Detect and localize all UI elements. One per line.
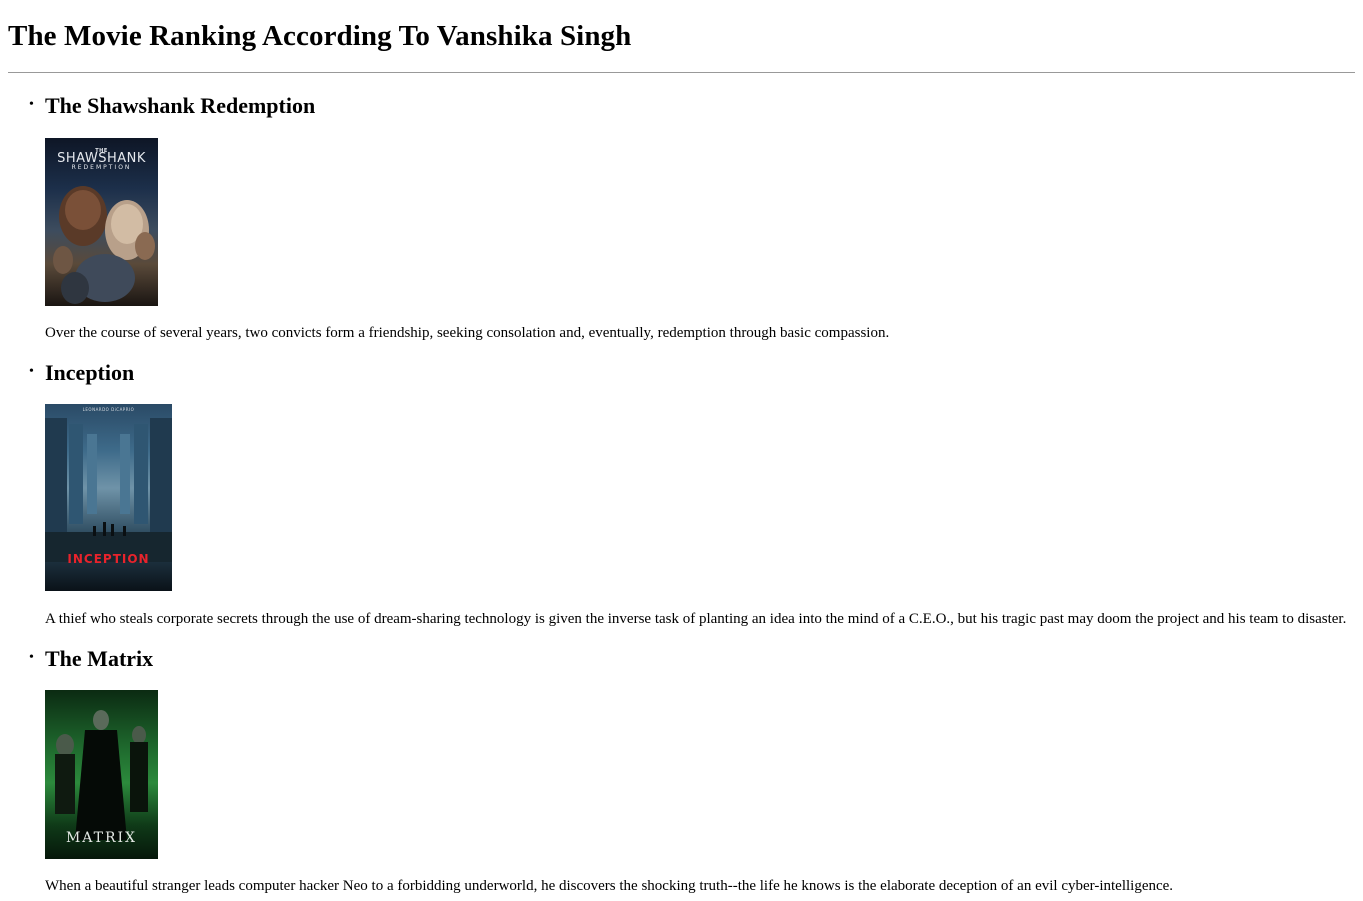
inception-poster-actor: LEONARDO DiCAPRIO bbox=[82, 407, 135, 412]
movie-description: A thief who steals corporate secrets thr… bbox=[45, 611, 1347, 627]
matrix-poster-image: MATRIX bbox=[45, 690, 158, 859]
movie-description: Over the course of several years, two co… bbox=[45, 325, 890, 341]
movie-item-shawshank: • The Shawshank Redemption THE SHAWSHANK… bbox=[29, 73, 1355, 343]
movie-title: The Matrix bbox=[45, 646, 154, 671]
inception-poster-image: LEONARDO DiCAPRIO INCEPTION bbox=[45, 404, 172, 591]
page-title: The Movie Ranking According To Vanshika … bbox=[8, 20, 632, 52]
page: The Movie Ranking According To Vanshika … bbox=[0, 0, 1363, 896]
movie-item-matrix: • The Matrix MATRIX When a beautiful str… bbox=[29, 629, 1355, 896]
bullet-icon: • bbox=[29, 97, 34, 112]
movie-title: The Shawshank Redemption bbox=[45, 93, 316, 118]
movie-description: When a beautiful stranger leads computer… bbox=[45, 878, 1174, 894]
movie-item-inception: • Inception LEONARDO DiCAPRIO INCEPTION … bbox=[29, 343, 1355, 629]
inception-poster-text: INCEPTION bbox=[67, 552, 150, 566]
shawshank-poster-text: THE SHAWSHANK REDEMPTION bbox=[57, 148, 146, 171]
shawshank-poster-image: THE SHAWSHANK REDEMPTION bbox=[45, 138, 158, 306]
movie-list: • The Shawshank Redemption THE SHAWSHANK… bbox=[8, 73, 1355, 896]
movie-title: Inception bbox=[45, 360, 135, 385]
matrix-poster-text: MATRIX bbox=[65, 830, 138, 846]
bullet-icon: • bbox=[29, 364, 34, 379]
bullet-icon: • bbox=[29, 650, 34, 665]
